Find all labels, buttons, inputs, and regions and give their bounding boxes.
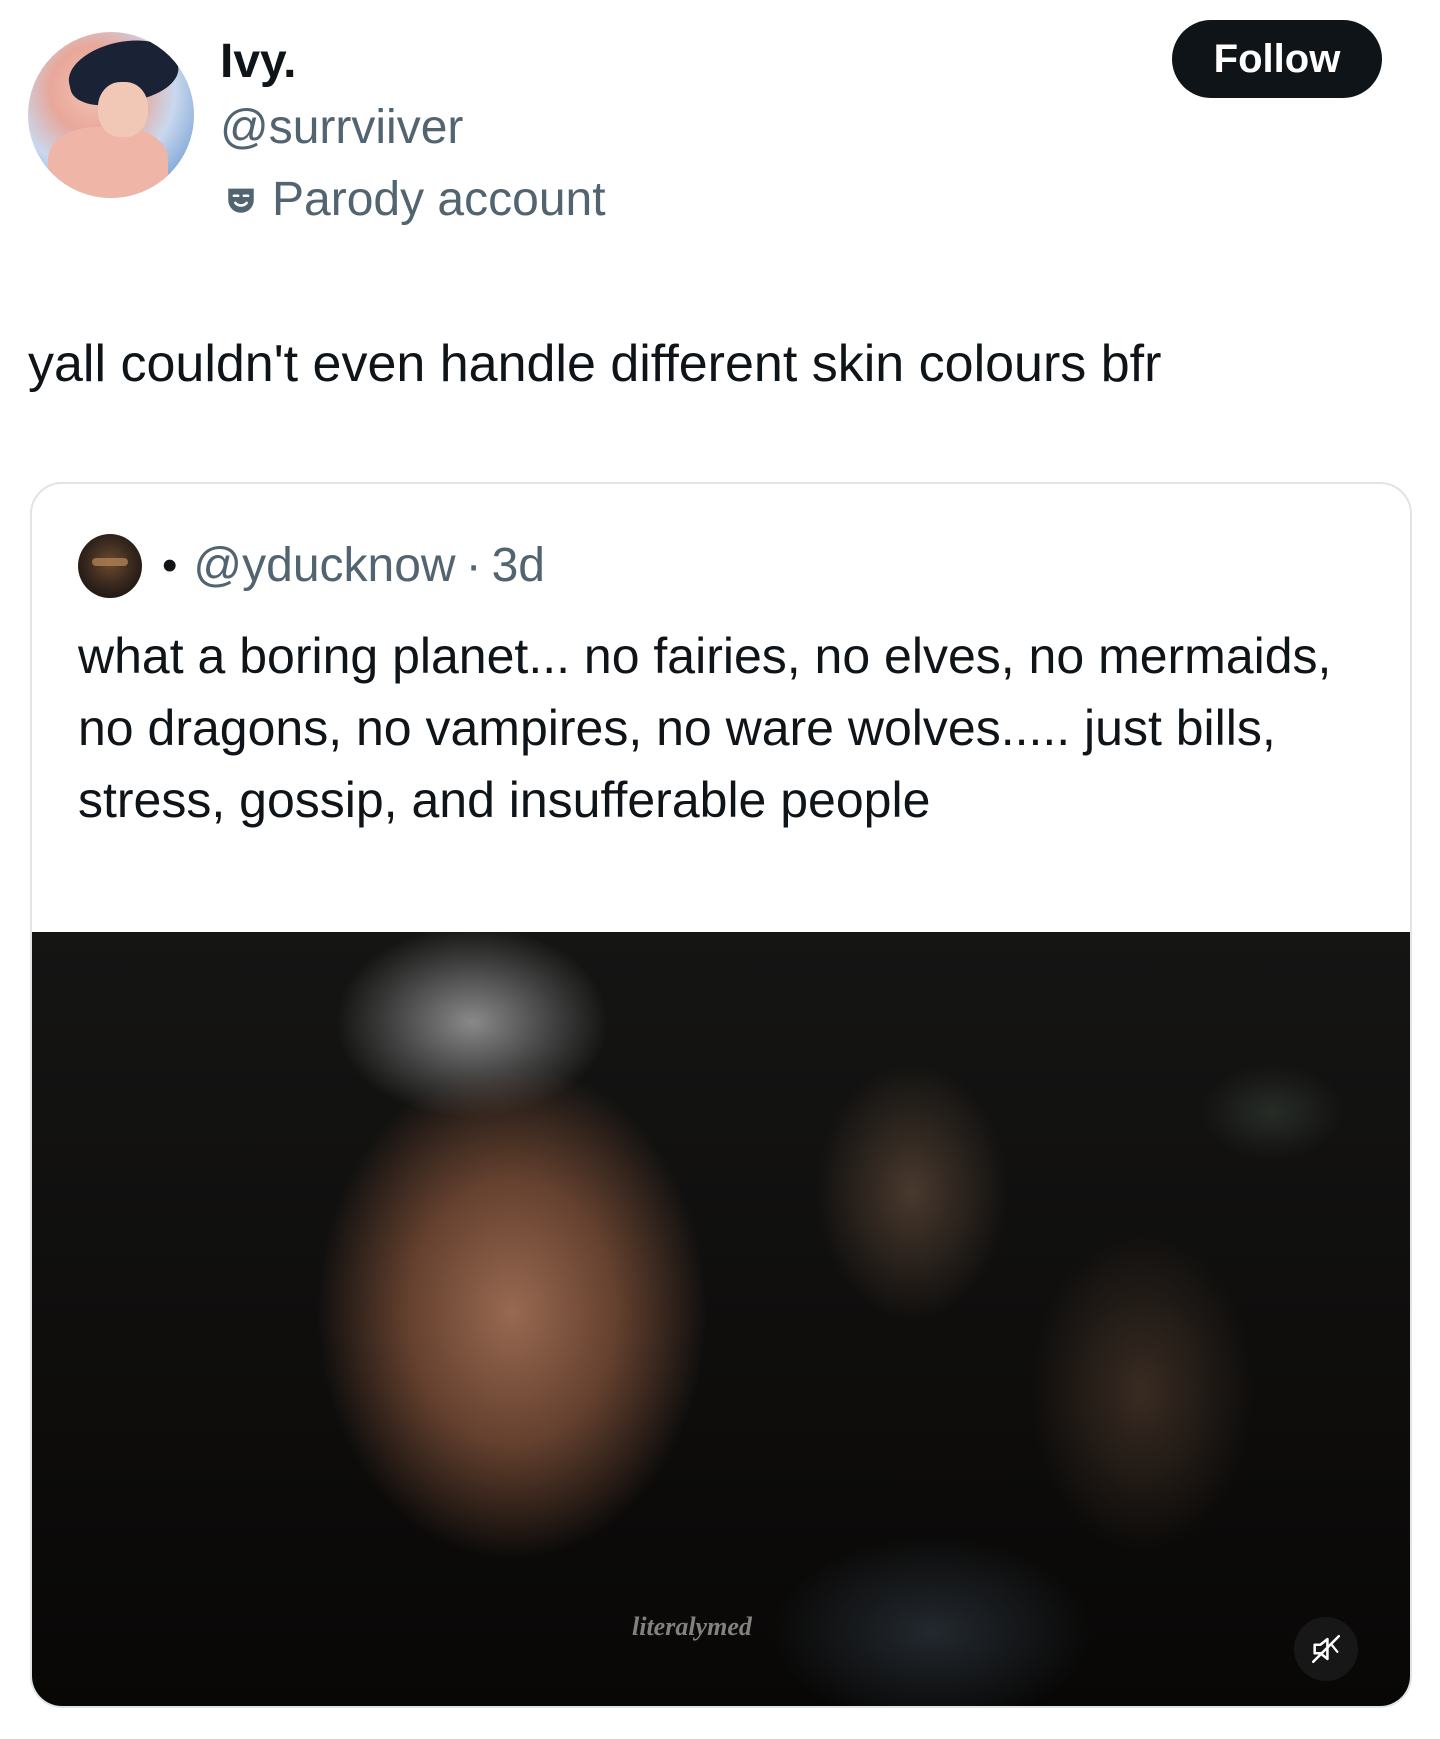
quoted-dot: • [162,541,178,590]
avatar-figure-face [98,82,148,137]
quoted-author-handle[interactable]: @yducknow [193,534,455,598]
quoted-tweet-media[interactable]: literalymed [32,932,1410,1706]
parody-mask-icon [228,188,254,213]
author-handle[interactable]: @surrviiver [220,100,463,156]
quoted-author-avatar[interactable] [78,534,142,598]
quoted-tweet-card[interactable]: • @yducknow · 3d what a boring planet...… [30,482,1412,1708]
quoted-timestamp[interactable]: 3d [492,534,545,598]
parody-label-row: Parody account [224,172,606,228]
mute-button[interactable] [1294,1617,1358,1681]
author-avatar[interactable] [28,32,194,198]
media-watermark: literalymed [632,1612,752,1641]
follow-button[interactable]: Follow [1172,20,1382,98]
author-display-name[interactable]: Ivy. [220,34,297,90]
tweet-text: yall couldn't even handle different skin… [28,335,1162,393]
quoted-tweet-header: • @yducknow · 3d [78,534,545,598]
quoted-tweet-text: what a boring planet... no fairies, no e… [78,628,1332,828]
avatar-figure-body [48,127,168,198]
speaker-muted-icon [1311,1634,1341,1664]
quoted-separator: · [465,539,482,592]
avatar-light [92,558,128,566]
parody-label: Parody account [272,173,606,226]
